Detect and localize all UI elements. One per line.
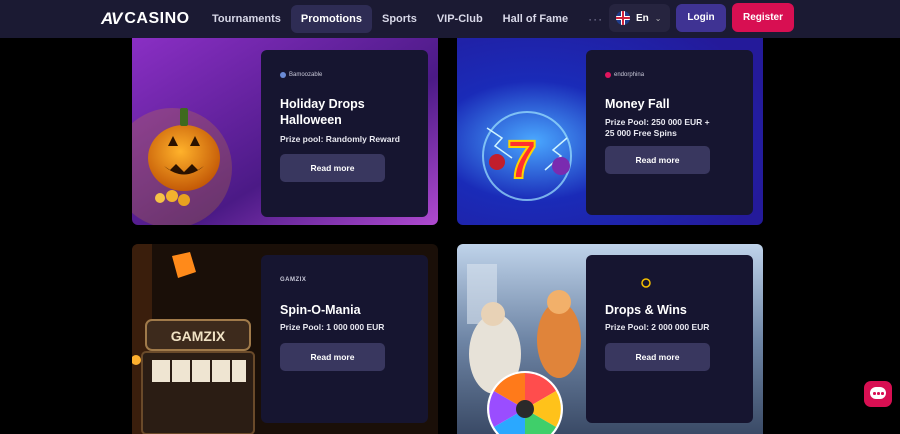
provider-logo (640, 277, 652, 289)
slot-machine-label: GAMZIX (171, 328, 226, 344)
language-selector[interactable]: En ⌄ (609, 4, 670, 32)
logo-text: CASINO (124, 10, 190, 27)
provider-name: Bamoozable (289, 72, 323, 78)
chat-icon (870, 387, 886, 399)
prize-pool: Prize Pool: 250 000 EUR + 25 000 Free Sp… (605, 117, 710, 138)
nav-promotions[interactable]: Promotions (290, 5, 372, 33)
chat-support-button[interactable] (864, 381, 892, 407)
provider-logo: Bamoozable (280, 72, 322, 78)
nav-tournaments[interactable]: Tournaments (202, 5, 291, 33)
promo-panel: endorphina Money Fall Prize Pool: 250 00… (586, 50, 753, 215)
promo-title: Drops & Wins (605, 303, 687, 317)
provider-icon (280, 72, 286, 78)
chevron-down-icon: ⌄ (654, 13, 662, 23)
promo-card-money-fall[interactable]: 7 endorphina Money Fall Prize Pool: 250 … (457, 38, 763, 225)
read-more-button[interactable]: Read more (605, 146, 710, 174)
promo-title: Spin-O-Mania (280, 303, 361, 317)
login-button[interactable]: Login (676, 4, 726, 32)
prize-pool: Prize pool: Randomly Reward (280, 134, 400, 144)
provider-name: GAMZIX (280, 277, 307, 283)
svg-text:7: 7 (507, 130, 537, 190)
nav-sports[interactable]: Sports (372, 5, 427, 33)
more-menu-icon[interactable]: ··· (578, 12, 613, 26)
logo-mark: AV (101, 9, 122, 28)
promo-title: Holiday Drops Halloween (280, 97, 365, 127)
provider-logo: GAMZIX (280, 277, 306, 283)
nav-hall-of-fame[interactable]: Hall of Fame (493, 5, 578, 33)
promo-title: Money Fall (605, 97, 670, 111)
prize-pool: Prize Pool: 1 000 000 EUR (280, 322, 385, 332)
read-more-button[interactable]: Read more (280, 343, 385, 371)
language-label: En (636, 12, 649, 24)
promo-panel: Drops & Wins Prize Pool: 2 000 000 EUR R… (586, 255, 753, 423)
promo-panel: GAMZIX Spin-O-Mania Prize Pool: 1 000 00… (261, 255, 428, 423)
provider-icon (605, 72, 611, 78)
promo-card-drops-wins[interactable]: Drops & Wins Prize Pool: 2 000 000 EUR R… (457, 244, 763, 434)
prize-pool: Prize Pool: 2 000 000 EUR (605, 322, 710, 332)
uk-flag-icon (616, 11, 630, 25)
register-button[interactable]: Register (732, 3, 794, 32)
promo-card-halloween[interactable]: Bamoozable Holiday Drops Halloween Prize… (132, 38, 438, 225)
top-header: AV CASINO Tournaments Promotions Sports … (0, 0, 900, 38)
main-nav: Tournaments Promotions Sports VIP-Club H… (202, 4, 613, 34)
promo-panel: Bamoozable Holiday Drops Halloween Prize… (261, 50, 428, 217)
casino-logo[interactable]: AV CASINO (101, 9, 190, 29)
nav-vip-club[interactable]: VIP-Club (427, 5, 493, 33)
read-more-button[interactable]: Read more (605, 343, 710, 371)
ring-icon (641, 278, 651, 288)
promo-card-spin-o-mania[interactable]: GAMZIX GAMZIX Spin-O-Mania Prize Pool: 1… (132, 244, 438, 434)
provider-logo: endorphina (605, 72, 644, 78)
read-more-button[interactable]: Read more (280, 154, 385, 182)
provider-name: endorphina (614, 72, 645, 78)
